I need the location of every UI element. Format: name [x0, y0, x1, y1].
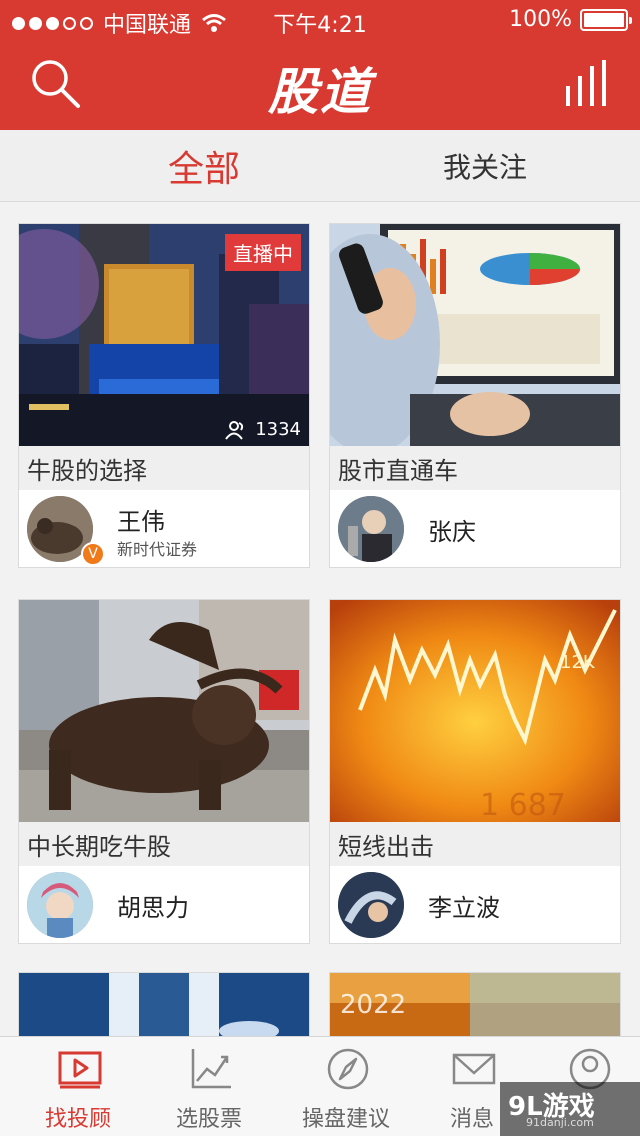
- top-bar: 中国联通 下午4:21 100% 股道: [0, 0, 640, 130]
- tab-following[interactable]: 我关注: [330, 130, 640, 202]
- card-title: 中长期吃牛股: [19, 822, 309, 866]
- line-chart-icon: [191, 1049, 231, 1089]
- app-title: 股道: [268, 62, 372, 121]
- tab-select-stocks[interactable]: 选股票: [145, 1037, 273, 1136]
- tab-trading-advice[interactable]: 操盘建议: [282, 1037, 410, 1136]
- site-watermark: 9L游戏 91danji.com: [500, 1082, 640, 1136]
- advisor-card[interactable]: 2022: [329, 972, 621, 1036]
- author-name: 王伟: [117, 508, 165, 536]
- status-bar: 中国联通 下午4:21 100%: [0, 0, 640, 40]
- card-author: 李立波: [330, 866, 620, 944]
- card-cover-image: 直播中 1334: [19, 224, 309, 446]
- svg-text:1 687: 1 687: [480, 788, 566, 822]
- card-title: 股市直通车: [330, 446, 620, 490]
- svg-text:12K: 12K: [560, 652, 596, 673]
- tab-label: 操盘建议: [301, 1107, 390, 1132]
- author-name: 胡思力: [117, 894, 189, 922]
- card-title: 牛股的选择: [19, 446, 309, 490]
- svg-text:2022: 2022: [340, 990, 406, 1020]
- live-badge: 直播中: [225, 234, 301, 271]
- advisor-card[interactable]: 12K 1 687 短线出击 李立波: [329, 599, 621, 944]
- card-cover-image: [330, 224, 620, 446]
- verified-badge: V: [81, 542, 105, 566]
- status-right: 100%: [509, 7, 632, 32]
- filter-tabs: 全部 我关注: [0, 130, 640, 202]
- viewer-count-value: 1334: [255, 419, 301, 440]
- viewer-count: 1334: [225, 419, 301, 440]
- nav-bar: 股道: [0, 40, 640, 130]
- card-author: 胡思力: [19, 866, 309, 944]
- play-box-icon: [58, 1051, 102, 1089]
- author-name: 李立波: [428, 894, 500, 922]
- card-author: V 王伟 新时代证券: [19, 490, 309, 568]
- card-cover-image: 2022: [330, 973, 620, 1036]
- watermark-url: 91danji.com: [526, 1116, 594, 1129]
- card-cover-image: 12K 1 687: [330, 600, 620, 822]
- battery-percent: 100%: [509, 7, 572, 32]
- tab-all[interactable]: 全部: [46, 130, 366, 202]
- battery-icon: [580, 8, 632, 31]
- bar-chart-icon[interactable]: [564, 60, 614, 106]
- tab-find-advisor[interactable]: 找投顾: [14, 1037, 142, 1136]
- advisor-card[interactable]: [18, 972, 310, 1036]
- users-icon: [225, 420, 244, 440]
- author-name: 张庆: [428, 518, 476, 546]
- card-cover-image: [19, 973, 309, 1036]
- compass-icon: [327, 1048, 369, 1090]
- tab-label: 找投顾: [44, 1107, 111, 1132]
- card-author: 张庆: [330, 490, 620, 568]
- author-organization: 新时代证券: [117, 540, 198, 559]
- card-cover-image: [19, 600, 309, 822]
- card-title: 短线出击: [330, 822, 620, 866]
- avatar: [27, 872, 93, 938]
- tab-label: 选股票: [175, 1107, 242, 1132]
- advisor-card[interactable]: 中长期吃牛股 胡思力: [18, 599, 310, 944]
- advisor-card[interactable]: 直播中 1334 牛股的选择 V 王伟 新时代证券: [18, 223, 310, 568]
- advisor-card[interactable]: 股市直通车 张庆: [329, 223, 621, 568]
- avatar: [338, 496, 404, 562]
- mail-icon: [452, 1053, 496, 1085]
- avatar: [338, 872, 404, 938]
